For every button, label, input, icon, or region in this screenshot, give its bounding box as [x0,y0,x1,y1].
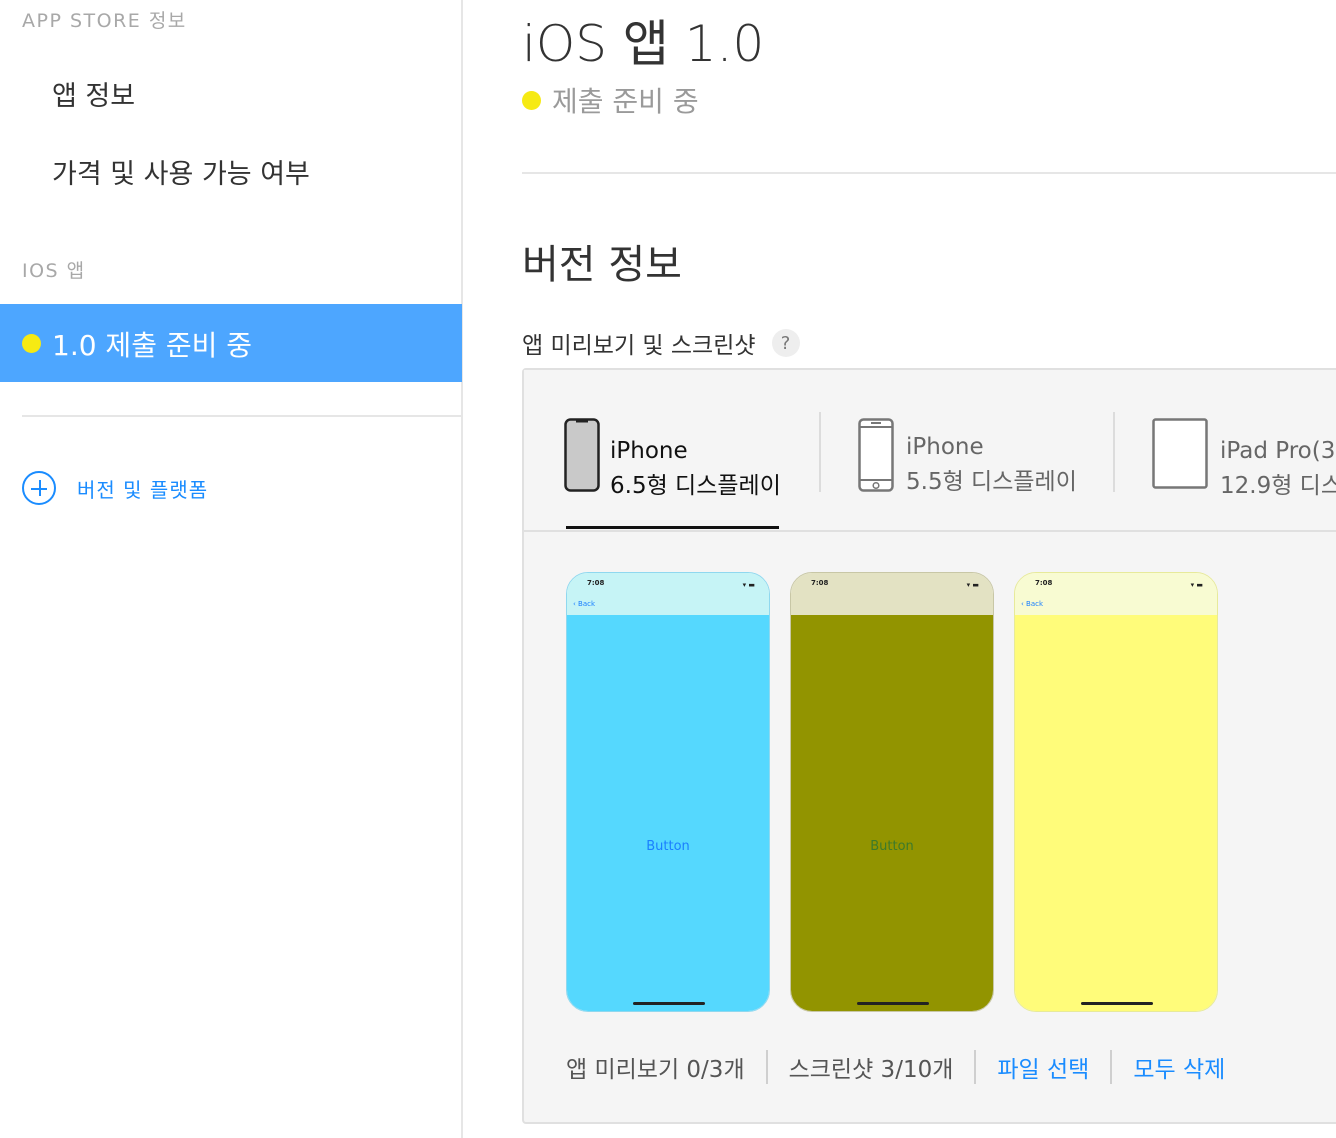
footer-separator [765,1050,768,1084]
screenshot-thumbnail-3[interactable]: 7:08 ▾ ▬ ‹ Back [1014,572,1218,1012]
footer-separator [974,1050,977,1084]
screenshot-thumbnail-2[interactable]: 7:08 ▾ ▬ Button [790,572,994,1012]
sidebar-item-pricing[interactable]: 가격 및 사용 가능 여부 [52,152,310,191]
sidebar-item-label: 1.0 제출 준비 중 [52,329,253,362]
screenshot-status-bar: 7:08 ▾ ▬ ‹ Back [567,573,769,615]
screenshot-time: 7:08 [811,579,829,587]
ipad-icon [1152,418,1208,489]
preview-heading-label: 앱 미리보기 및 스크린샷 [522,333,756,359]
screenshot-status-bar: 7:08 ▾ ▬ ‹ Back [1015,573,1217,615]
footer-separator [1110,1050,1113,1084]
sidebar-item-app-info[interactable]: 앱 정보 [52,74,135,113]
tab-separator [1113,412,1115,492]
help-icon[interactable]: ? [771,329,800,357]
screenshot-body: Button [791,615,993,1011]
iphone-x-icon [564,418,600,492]
screenshot-body: Button [567,615,769,1011]
signal-battery-icon: ▾ ▬ [1190,581,1203,589]
signal-battery-icon: ▾ ▬ [966,581,979,589]
screenshot-thumbnail-1[interactable]: 7:08 ▾ ▬ ‹ Back Button [566,572,770,1012]
home-indicator [857,1002,929,1005]
device-tabs: iPhone 6.5형 디스플레이 iPhone 5.5형 디스플레이 iPad… [524,370,1336,532]
plus-circle-icon [22,471,56,505]
section-title-version-info: 버전 정보 [522,242,682,288]
screenshot-count: 스크린샷 3/10개 [788,1057,954,1083]
status-badge: 제출 준비 중 [522,80,699,120]
tab-ipad-pro-12-9[interactable]: iPad Pro(3 12.9형 디스 [1152,410,1336,510]
tab-label-size: 5.5형 디스플레이 [906,469,1077,495]
tab-iphone-6-5[interactable]: iPhone 6.5형 디스플레이 [564,410,784,510]
iphone-classic-icon [858,418,894,492]
add-version-button[interactable]: 버전 및 플랫폼 [22,471,208,505]
tab-label-device: iPhone [906,434,984,460]
sidebar-divider [22,415,462,417]
divider [522,172,1336,174]
screenshot-status-bar: 7:08 ▾ ▬ [791,573,993,615]
status-dot-icon [22,334,41,353]
screenshot-button-label: Button [870,839,914,854]
screenshot-time: 7:08 [1035,579,1053,587]
choose-file-link[interactable]: 파일 선택 [997,1050,1089,1084]
screenshot-body [1015,615,1217,1011]
screenshot-back-link: ‹ Back [573,600,596,608]
screenshot-back-link: ‹ Back [1021,600,1044,608]
signal-battery-icon: ▾ ▬ [742,581,755,589]
home-indicator [1081,1002,1153,1005]
preview-heading: 앱 미리보기 및 스크린샷 ? [522,326,800,360]
page-title: iOS 앱 1.0 [522,15,765,73]
screenshot-time: 7:08 [587,579,605,587]
sidebar: APP STORE 정보 앱 정보 가격 및 사용 가능 여부 IOS 앱 1.… [0,0,463,1138]
tab-label-device: iPad Pro(3 [1220,438,1336,464]
status-text: 제출 준비 중 [552,85,699,118]
screenshot-button-label: Button [646,839,690,854]
delete-all-link[interactable]: 모두 삭제 [1133,1050,1225,1084]
section-label-app-store: APP STORE 정보 [22,10,187,32]
sidebar-item-version-1-0[interactable]: 1.0 제출 준비 중 [0,304,462,382]
home-indicator [633,1002,705,1005]
preview-count: 앱 미리보기 0/3개 [566,1057,745,1083]
add-version-label: 버전 및 플랫폼 [77,477,209,502]
tab-label-device: iPhone [610,438,688,464]
section-label-ios-app: IOS 앱 [22,260,86,282]
screenshot-panel: iPhone 6.5형 디스플레이 iPhone 5.5형 디스플레이 iPad… [522,368,1336,1124]
screenshot-footer: 앱 미리보기 0/3개 스크린샷 3/10개 파일 선택 모두 삭제 [566,1050,1225,1084]
tab-separator [819,412,821,492]
tab-label-size: 12.9형 디스 [1220,473,1336,499]
tab-label-size: 6.5형 디스플레이 [610,473,781,499]
active-tab-indicator [566,526,779,529]
status-dot-icon [522,90,541,110]
tab-iphone-5-5[interactable]: iPhone 5.5형 디스플레이 [858,410,1078,510]
